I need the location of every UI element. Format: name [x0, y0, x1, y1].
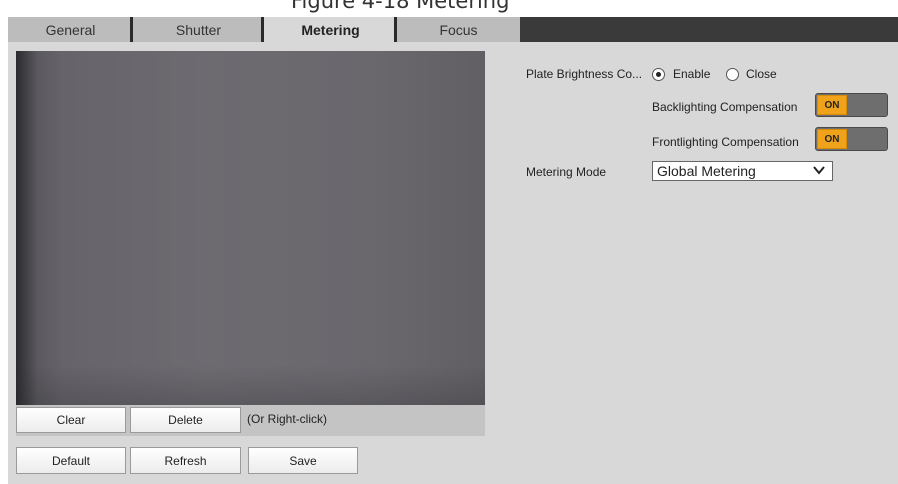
save-button[interactable]: Save: [248, 447, 358, 474]
backlighting-toggle-state: ON: [817, 95, 847, 115]
backlighting-toggle[interactable]: ON: [815, 93, 888, 117]
video-preview[interactable]: [16, 51, 485, 405]
metering-mode-value: Global Metering: [657, 163, 756, 179]
metering-mode-select[interactable]: Global Metering: [652, 161, 833, 181]
close-radio-label[interactable]: Close: [746, 67, 777, 81]
right-click-hint: (Or Right-click): [247, 412, 327, 426]
frontlighting-toggle[interactable]: ON: [815, 127, 888, 151]
frontlighting-toggle-state: ON: [817, 129, 847, 149]
tab-shutter[interactable]: Shutter: [130, 17, 264, 42]
refresh-button[interactable]: Refresh: [130, 447, 241, 474]
default-button[interactable]: Default: [16, 447, 126, 474]
clear-button[interactable]: Clear: [16, 407, 126, 433]
tab-metering[interactable]: Metering: [261, 17, 397, 42]
chevron-down-icon: [813, 166, 825, 175]
delete-button[interactable]: Delete: [130, 407, 241, 433]
figure-caption-text: Figure 4-18 Metering: [291, 0, 510, 13]
figure-caption: Figure 4-18 Metering: [0, 0, 898, 14]
frontlighting-label: Frontlighting Compensation: [652, 135, 799, 149]
enable-radio-label[interactable]: Enable: [673, 67, 710, 81]
metering-mode-label: Metering Mode: [526, 165, 607, 179]
tab-general[interactable]: General: [8, 17, 133, 42]
tab-focus[interactable]: Focus: [394, 17, 520, 42]
backlighting-label: Backlighting Compensation: [652, 100, 798, 114]
close-radio[interactable]: [726, 68, 739, 81]
enable-radio[interactable]: [652, 68, 665, 81]
plate-brightness-label: Plate Brightness Co...: [526, 67, 643, 81]
